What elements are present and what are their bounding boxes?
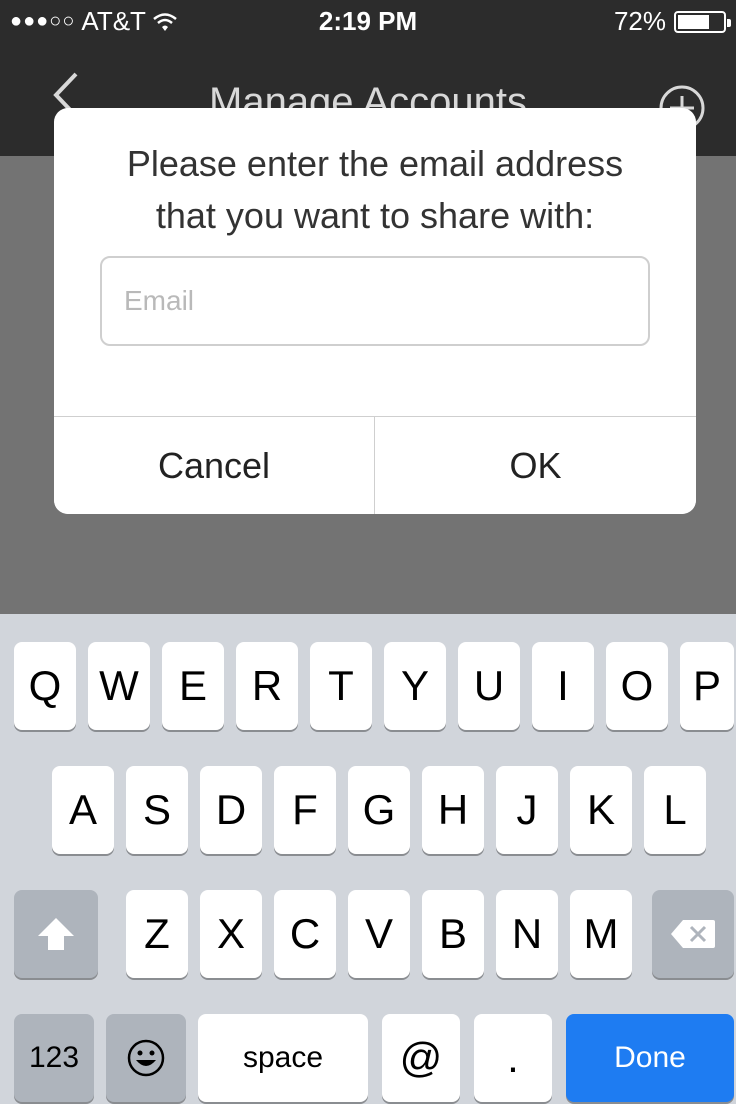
key-c[interactable]: C xyxy=(274,890,336,978)
done-key[interactable]: Done xyxy=(566,1014,734,1102)
emoji-key[interactable] xyxy=(106,1014,186,1102)
ok-button[interactable]: OK xyxy=(375,417,696,514)
status-right: 72% xyxy=(613,6,731,37)
key-h[interactable]: H xyxy=(422,766,484,854)
cancel-button[interactable]: Cancel xyxy=(54,417,374,514)
battery-icon xyxy=(674,10,731,33)
key-u[interactable]: U xyxy=(458,642,520,730)
battery-level-fill xyxy=(678,14,709,29)
key-n[interactable]: N xyxy=(496,890,558,978)
key-j[interactable]: J xyxy=(496,766,558,854)
alert-message-line-2: that you want to share with: xyxy=(155,195,595,236)
share-email-alert: Please enter the email address that you … xyxy=(54,108,696,514)
dot-key[interactable]: . xyxy=(474,1014,552,1102)
at-key[interactable]: @ xyxy=(382,1014,460,1102)
space-key[interactable]: space xyxy=(198,1014,368,1102)
backspace-icon xyxy=(671,920,715,948)
email-input[interactable] xyxy=(100,256,650,346)
key-r[interactable]: R xyxy=(236,642,298,730)
key-d[interactable]: D xyxy=(200,766,262,854)
key-y[interactable]: Y xyxy=(384,642,446,730)
key-g[interactable]: G xyxy=(348,766,410,854)
key-k[interactable]: K xyxy=(570,766,632,854)
key-f[interactable]: F xyxy=(274,766,336,854)
key-q[interactable]: Q xyxy=(14,642,76,730)
status-bar: ●●●○○ AT&T 2:19 PM 72% xyxy=(0,0,736,40)
keyboard: Q W E R T Y U I O P A S D F G H J K L Z … xyxy=(0,614,736,1104)
key-z[interactable]: Z xyxy=(126,890,188,978)
key-p[interactable]: P xyxy=(680,642,734,730)
shift-key[interactable] xyxy=(14,890,98,978)
key-x[interactable]: X xyxy=(200,890,262,978)
key-l[interactable]: L xyxy=(644,766,706,854)
battery-percent: 72% xyxy=(613,6,666,36)
key-i[interactable]: I xyxy=(532,642,594,730)
key-a[interactable]: A xyxy=(52,766,114,854)
key-v[interactable]: V xyxy=(348,890,410,978)
backspace-key[interactable] xyxy=(652,890,734,978)
key-m[interactable]: M xyxy=(570,890,632,978)
key-w[interactable]: W xyxy=(88,642,150,730)
emoji-smiley-icon xyxy=(127,1039,165,1077)
battery-tip xyxy=(727,18,731,27)
alert-message: Please enter the email address that you … xyxy=(54,138,696,242)
numbers-key[interactable]: 123 xyxy=(14,1014,94,1102)
key-s[interactable]: S xyxy=(126,766,188,854)
alert-message-line-1: Please enter the email address xyxy=(126,143,624,184)
key-t[interactable]: T xyxy=(310,642,372,730)
key-o[interactable]: O xyxy=(606,642,668,730)
key-e[interactable]: E xyxy=(162,642,224,730)
shift-arrow-icon xyxy=(38,918,74,950)
key-b[interactable]: B xyxy=(422,890,484,978)
